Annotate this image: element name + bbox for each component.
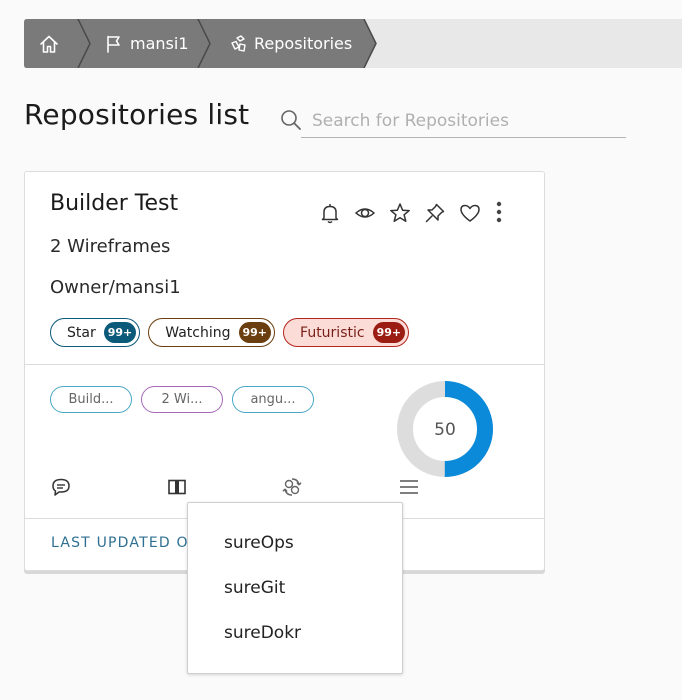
card-actions [319,202,481,224]
breadcrumb-item-mansi1[interactable]: mansi1 [104,19,189,68]
repository-title[interactable]: Builder Test [50,191,178,216]
heart-icon[interactable] [459,202,481,224]
menu-item-suredokr[interactable]: sureDokr [224,623,301,643]
last-updated-label: LAST UPDATED O [51,535,189,551]
star-icon[interactable] [389,202,411,224]
tag-chip[interactable]: angu... [232,386,314,413]
columns-icon[interactable] [165,475,189,499]
eye-icon[interactable] [354,202,376,224]
comment-icon[interactable] [49,475,73,499]
badge-count: 99+ [238,322,272,343]
tag-chip[interactable]: 2 Wi... [141,386,223,413]
repository-owner: Owner/mansi1 [50,277,181,298]
progress-value: 50 [434,420,456,440]
stats-badges: Star 99+ Watching 99+ Futuristic 99+ [50,318,410,347]
pin-icon[interactable] [424,202,446,224]
page-title: Repositories list [24,98,250,131]
badge-label: Futuristic [300,324,365,341]
star-badge[interactable]: Star 99+ [50,318,141,347]
search-input[interactable] [301,104,626,138]
badge-label: Star [67,324,96,341]
breadcrumb-item-repositories[interactable]: Repositories [228,19,352,68]
badge-count: 99+ [103,322,137,343]
sync-icon[interactable] [280,475,304,499]
breadcrumb-home[interactable] [38,19,60,68]
bell-icon[interactable] [319,202,341,224]
home-icon [38,33,60,55]
badge-count: 99+ [372,322,406,343]
search-icon[interactable] [280,109,302,135]
menu-icon[interactable] [397,475,421,499]
menu-item-suregit[interactable]: sureGit [224,578,285,598]
search-bar [280,104,626,138]
breadcrumb-label: mansi1 [130,34,189,53]
more-vertical-icon[interactable] [491,199,507,225]
progress-donut: 50 [397,381,493,477]
dropdown-menu: sureOps sureGit sureDokr [187,502,403,674]
card-divider [25,364,544,365]
watching-badge[interactable]: Watching 99+ [148,318,276,347]
menu-item-sureops[interactable]: sureOps [224,533,294,553]
flag-icon [104,34,124,54]
wireframe-count: 2 Wireframes [50,236,171,257]
breadcrumb-label: Repositories [254,34,353,53]
tag-chip[interactable]: Build... [50,386,132,413]
badge-label: Watching [165,324,231,341]
repository-icon [228,34,248,54]
futuristic-badge[interactable]: Futuristic 99+ [283,318,410,347]
repository-tags: Build... 2 Wi... angu... [50,386,314,413]
